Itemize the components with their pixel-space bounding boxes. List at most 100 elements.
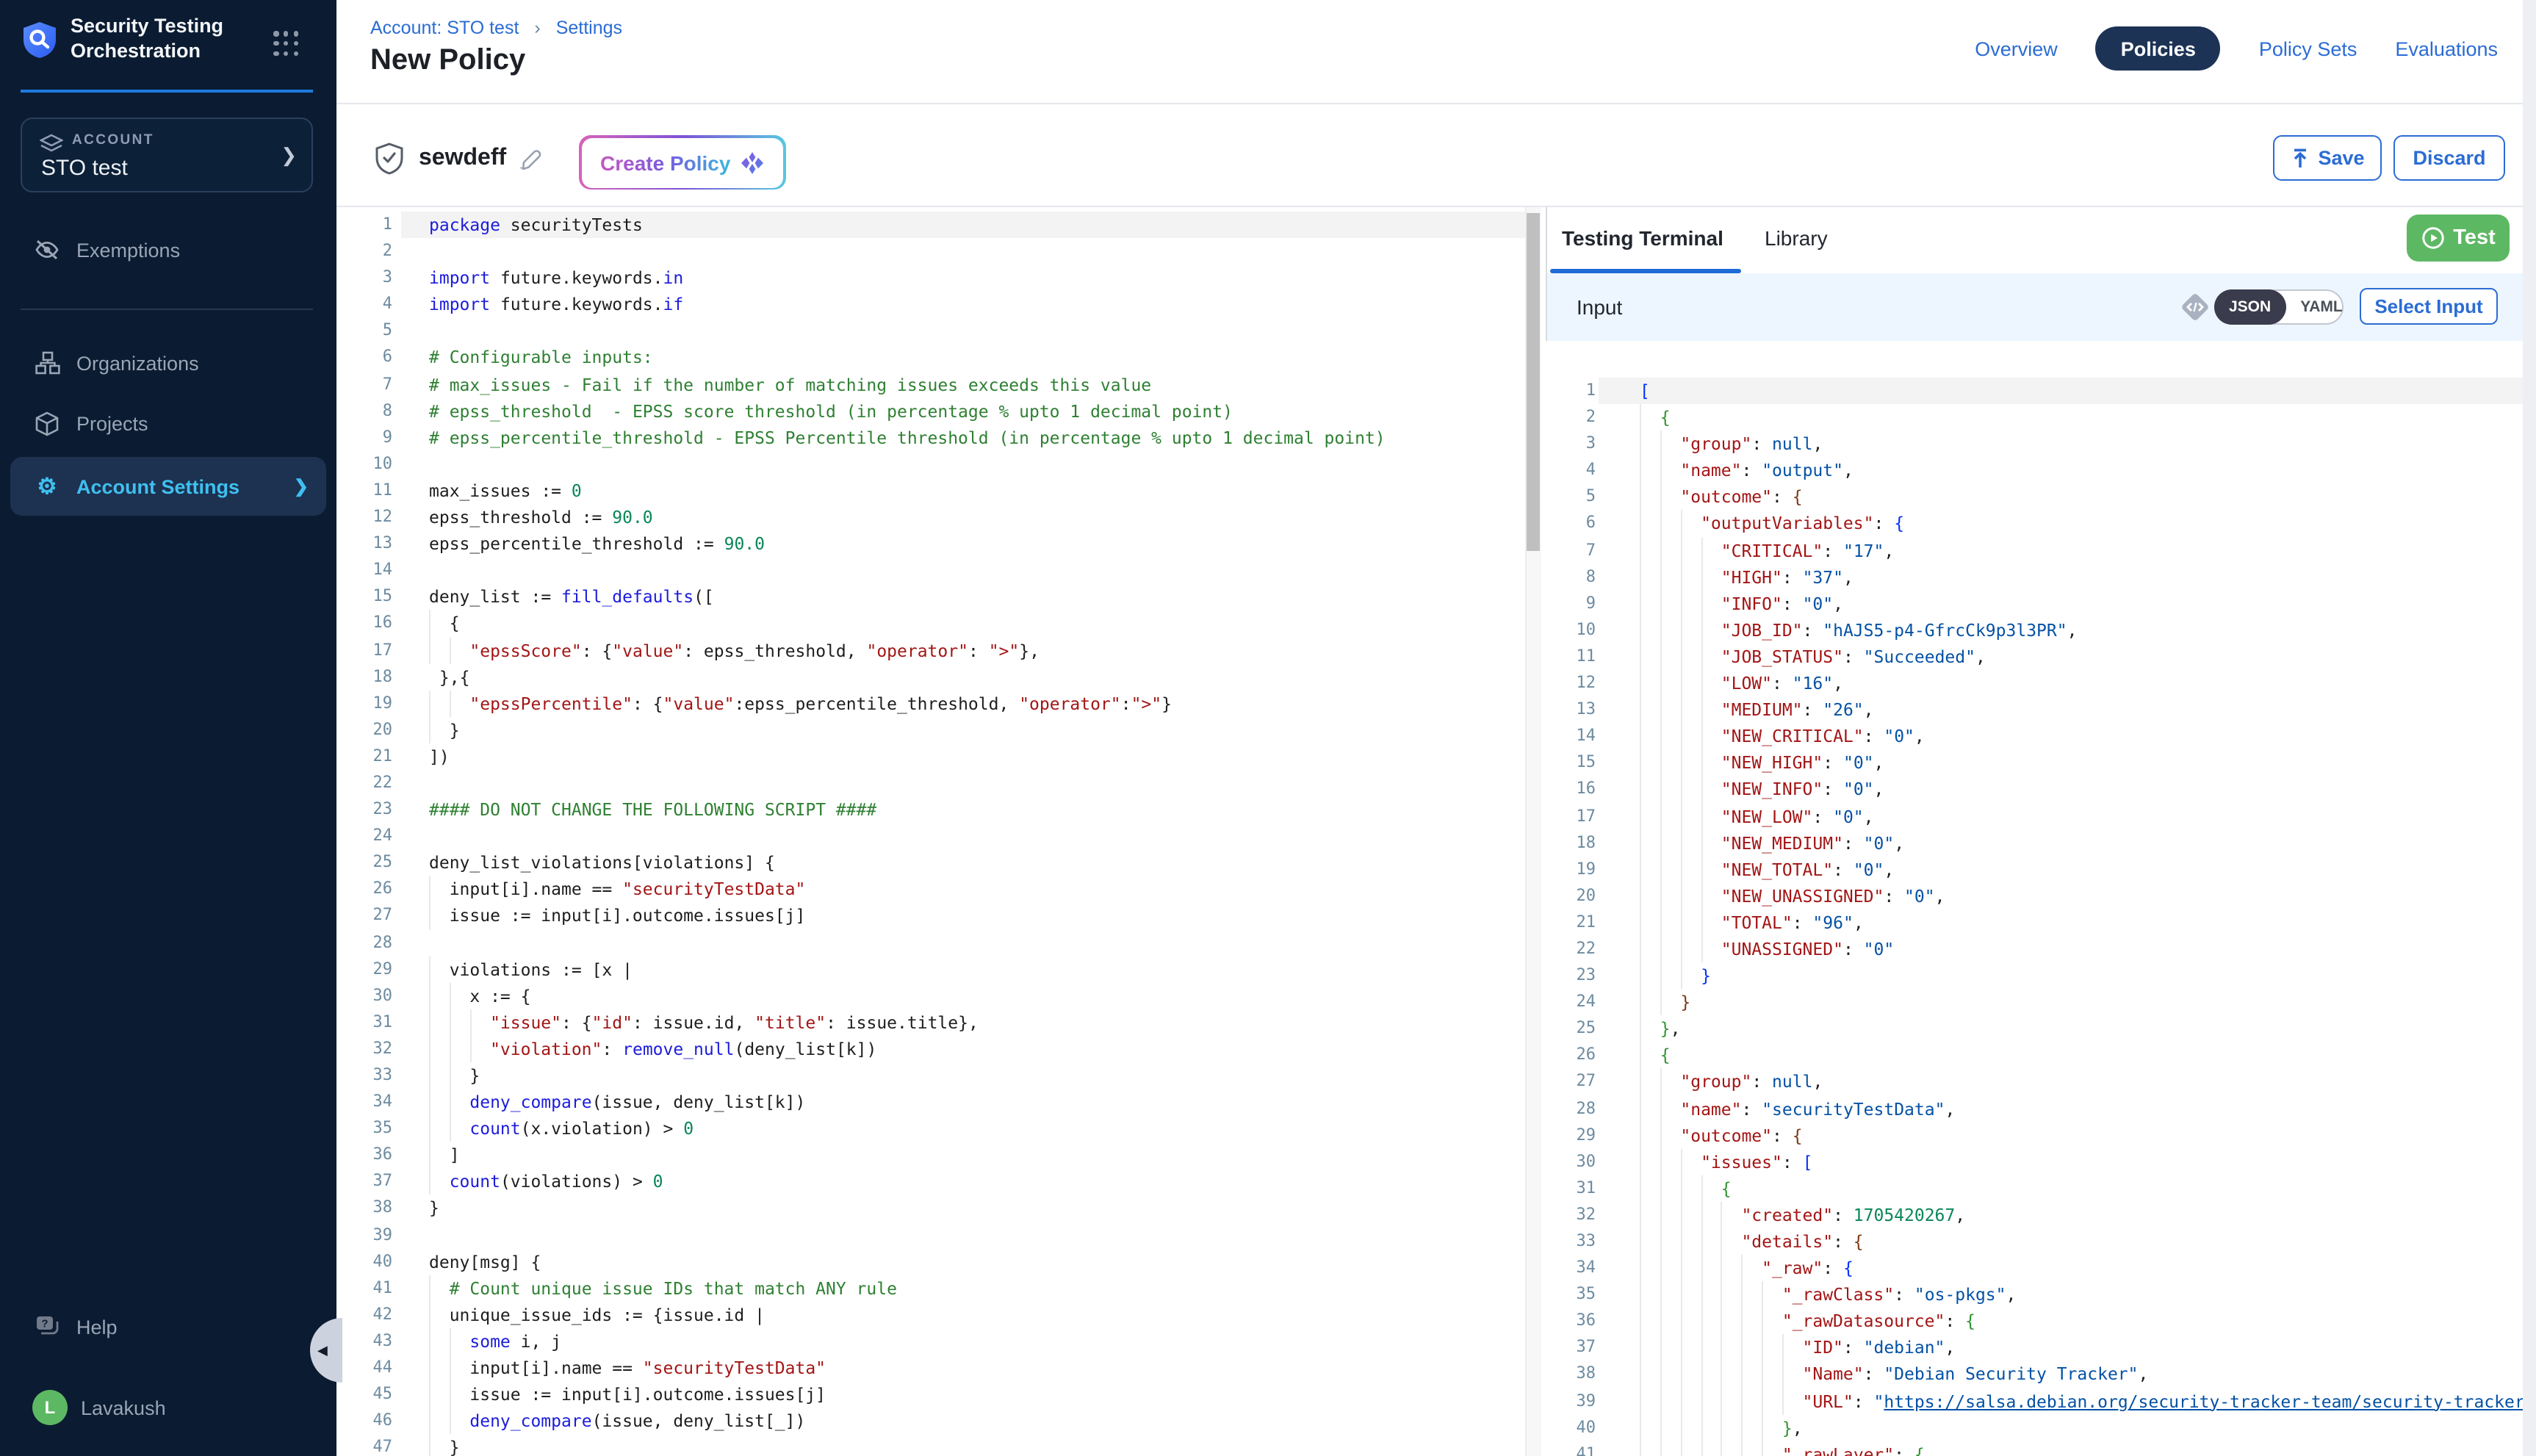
indent-guide <box>1701 803 1721 829</box>
line-number: 46 <box>336 1408 401 1434</box>
select-input-button[interactable]: Select Input <box>2360 288 2498 325</box>
policy-code-row: 45issue := input[i].outcome.issues[j] <box>336 1381 1525 1408</box>
line-number: 37 <box>336 1169 401 1195</box>
indent-guide <box>1680 1414 1701 1441</box>
policy-code-line: } <box>401 1062 1525 1089</box>
indent-guide <box>1701 723 1721 749</box>
sidebar-divider <box>21 309 313 310</box>
indent-guide <box>1660 1095 1681 1122</box>
indent-guide <box>1660 1148 1681 1175</box>
sidebar-item-projects[interactable]: Projects <box>0 397 336 450</box>
input-json-line: "_raw": { <box>1599 1255 2536 1281</box>
policy-code-row: 27issue := input[i].outcome.issues[j] <box>336 903 1525 929</box>
policy-code-line: epss_percentile_threshold := 90.0 <box>401 530 1525 557</box>
indent-guide <box>1640 511 1660 537</box>
breadcrumb: Account: STO test › Settings <box>370 18 622 38</box>
input-json-line: "UNASSIGNED": "0" <box>1599 936 2536 962</box>
input-json-line: { <box>1599 1042 2536 1069</box>
test-button[interactable]: Test <box>2407 215 2510 262</box>
policy-code-line: # Configurable inputs: <box>401 345 1525 371</box>
policy-code-row: 28 <box>336 929 1525 956</box>
indent-guide <box>1721 1414 1742 1441</box>
policy-code-line: ]) <box>401 743 1525 770</box>
format-yaml-option[interactable]: YAML <box>2285 289 2357 325</box>
input-json-line: "NEW_MEDIUM": "0", <box>1599 829 2536 856</box>
tab-library[interactable]: Library <box>1765 207 1828 269</box>
policy-code-line: deny_list := fill_defaults([ <box>401 584 1525 610</box>
input-json-row: 2{ <box>1546 404 2536 430</box>
indent-guide <box>1680 909 1701 936</box>
input-json-line: "LOW": "16", <box>1599 670 2536 696</box>
input-json-line: [ <box>1599 378 2536 404</box>
nav-tab-policies[interactable]: Policies <box>2096 26 2221 71</box>
sidebar-item-account-settings[interactable]: ⚙ Account Settings ❯ <box>10 457 326 516</box>
layers-icon <box>40 134 63 154</box>
line-number: 38 <box>1546 1361 1599 1388</box>
account-selector[interactable]: ACCOUNT STO test ❯ <box>21 118 313 192</box>
policy-code-editor[interactable]: 1package securityTests23import future.ke… <box>336 207 1525 1456</box>
app-grid-icon[interactable] <box>273 31 300 57</box>
line-number: 33 <box>1546 1228 1599 1255</box>
indent-guide <box>1640 1122 1660 1148</box>
indent-guide <box>1680 696 1701 723</box>
policy-code-row: 19"epssPercentile": {"value":epss_percen… <box>336 690 1525 716</box>
editor-scrollbar-thumb[interactable] <box>1527 213 1540 551</box>
sidebar-item-exemptions[interactable]: Exemptions <box>0 223 336 276</box>
indent-guide <box>1782 1335 1803 1361</box>
edit-pencil-icon[interactable] <box>517 147 542 172</box>
indent-guide <box>1721 1335 1742 1361</box>
test-input-json-editor[interactable]: 1[2{3"group": null,4"name": "output",5"o… <box>1546 341 2536 1456</box>
indent-guide <box>1680 1202 1701 1228</box>
indent-guide <box>1680 1175 1701 1202</box>
create-policy-button[interactable]: Create Policy <box>579 135 785 190</box>
line-number: 9 <box>336 425 401 451</box>
indent-guide <box>1741 1281 1762 1308</box>
nav-tab-overview[interactable]: Overview <box>1975 37 2058 60</box>
line-number: 14 <box>336 557 401 583</box>
line-number: 34 <box>1546 1255 1599 1281</box>
line-number: 3 <box>1546 430 1599 457</box>
indent-guide <box>429 1036 450 1062</box>
page-scrollbar[interactable] <box>2523 0 2536 1456</box>
indent-guide <box>1640 430 1660 457</box>
indent-guide <box>1660 670 1681 696</box>
input-json-row: 29"outcome": { <box>1546 1122 2536 1148</box>
line-number: 10 <box>1546 617 1599 644</box>
input-json-line: "MEDIUM": "26", <box>1599 696 2536 723</box>
indent-guide <box>1640 670 1660 696</box>
indent-guide <box>450 1062 470 1089</box>
save-button[interactable]: Save <box>2273 135 2382 181</box>
breadcrumb-settings-link[interactable]: Settings <box>556 18 622 38</box>
indent-guide <box>1701 1361 1721 1388</box>
code-diamond-icon[interactable] <box>2176 288 2214 326</box>
policy-code-row: 39 <box>336 1222 1525 1248</box>
nav-tab-evaluations[interactable]: Evaluations <box>2395 37 2498 60</box>
sidebar-item-label: Account Settings <box>76 475 239 497</box>
input-json-line: } <box>1599 962 2536 989</box>
input-json-line: { <box>1599 404 2536 430</box>
indent-guide <box>1762 1361 1782 1388</box>
discard-button[interactable]: Discard <box>2393 135 2505 181</box>
indent-guide <box>1660 1281 1681 1308</box>
input-json-line: "name": "output", <box>1599 458 2536 484</box>
input-json-row: 27"group": null, <box>1546 1069 2536 1095</box>
indent-guide <box>1680 537 1701 563</box>
indent-guide <box>1660 1228 1681 1255</box>
nav-tab-policy-sets[interactable]: Policy Sets <box>2259 37 2357 60</box>
policy-code-row: 6# Configurable inputs: <box>336 345 1525 371</box>
sidebar-user[interactable]: L Lavakush <box>0 1381 336 1434</box>
sidebar-item-organizations[interactable]: Organizations <box>0 336 336 389</box>
tab-testing-terminal[interactable]: Testing Terminal <box>1562 207 1723 269</box>
policy-code-line: some i, j <box>401 1328 1525 1355</box>
module-nav: Overview Policies Policy Sets Evaluation… <box>1975 26 2498 71</box>
test-label: Test <box>2453 226 2496 250</box>
input-json-row: 13"MEDIUM": "26", <box>1546 696 2536 723</box>
breadcrumb-account-link[interactable]: Account: STO test <box>370 18 519 38</box>
input-json-line: }, <box>1599 1016 2536 1042</box>
format-json-option[interactable]: JSON <box>2214 289 2285 325</box>
sidebar-item-help[interactable]: ? Help <box>0 1300 336 1353</box>
indent-guide <box>1680 644 1701 670</box>
format-toggle[interactable]: JSON YAML <box>2214 289 2344 325</box>
input-json-row: 24} <box>1546 989 2536 1015</box>
indent-guide <box>1660 1441 1681 1456</box>
